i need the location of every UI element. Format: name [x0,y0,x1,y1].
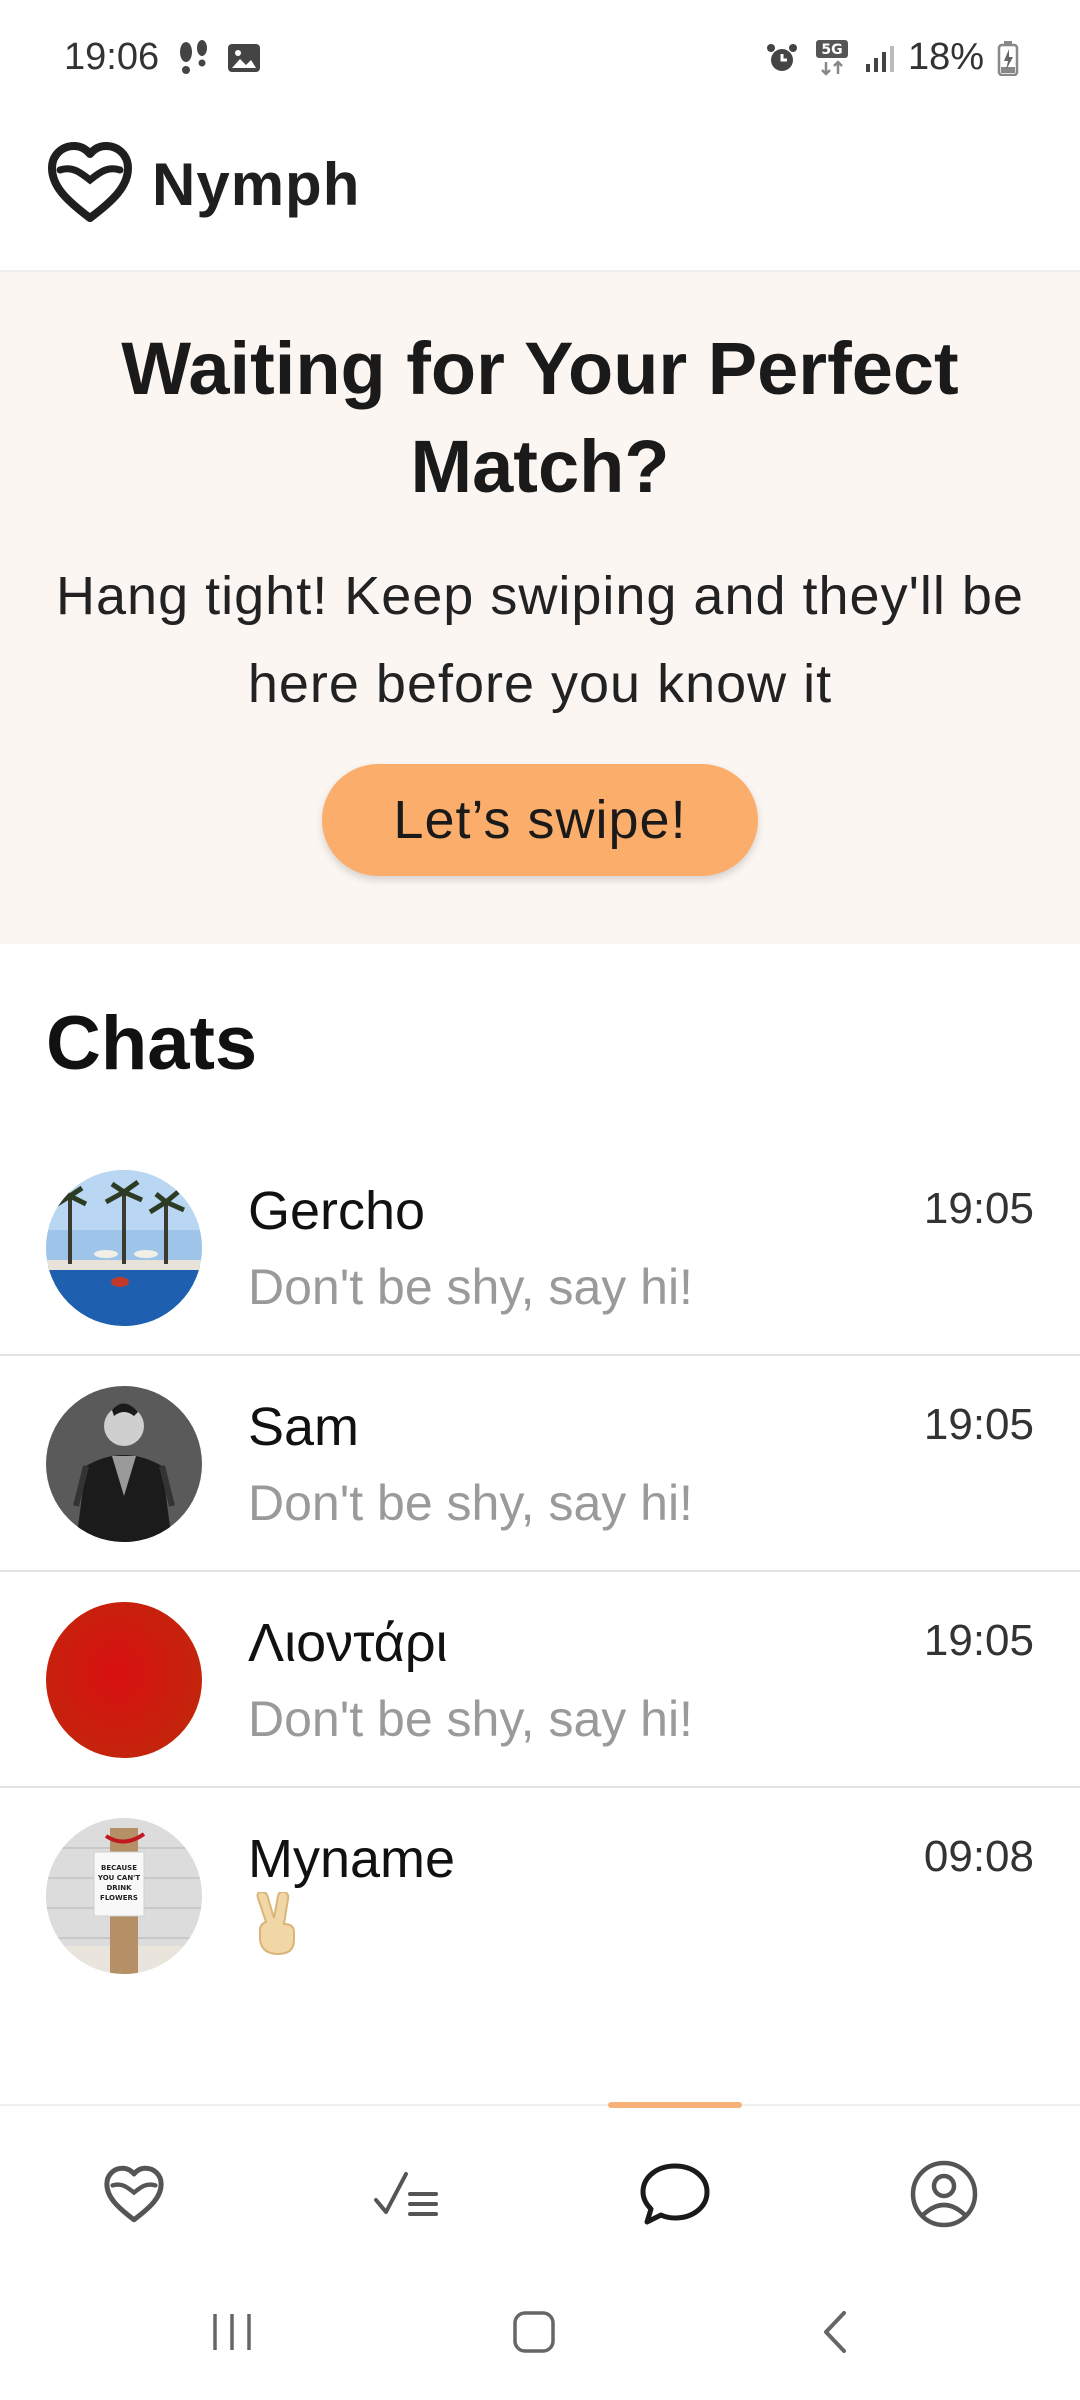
banner-title: Waiting for Your Perfect Match? [121,327,959,508]
chat-item[interactable]: Sam 19:05 Don't be shy, say hi! [0,1356,1080,1572]
chat-time: 19:05 [923,1184,1034,1233]
checklist-icon [374,2172,438,2216]
steps-icon [180,40,207,74]
app-header: Nymph [0,120,1080,272]
5g-icon: 5G [815,39,848,76]
banner-subtitle: Hang tight! Keep swiping and they'll be … [56,566,1024,714]
chat-name: Gercho [248,1181,426,1241]
chat-time: 09:08 [923,1832,1034,1881]
signal-icon [865,45,894,72]
status-time: 19:06 [64,36,160,78]
chat-preview: Don't be shy, say hi! [248,1475,693,1531]
bottom-navigation [0,2102,1080,2266]
profile-icon [910,2160,978,2228]
nav-discover[interactable] [94,2154,174,2234]
chat-preview: Don't be shy, say hi! [248,1691,693,1747]
avatar [46,1170,202,1326]
chats-heading: Chats [46,1001,258,1086]
chat-time: 19:05 [923,1400,1034,1449]
svg-text:BECAUSE: BECAUSE [101,1864,137,1872]
bottle-gift-tag-photo: BECAUSE YOU CAN'T DRINK FLOWERS [46,1818,202,1974]
chat-list: Gercho 19:05 Don't be shy, say hi! Sam 1… [0,1140,1080,2002]
battery-charging-icon [997,40,1019,76]
victory-hand-emoji [250,1890,306,1961]
alarm-icon [766,43,797,71]
avatar: BECAUSE YOU CAN'T DRINK FLOWERS [46,1818,202,1974]
home-icon [513,2311,555,2353]
man-leather-jacket-photo [46,1386,202,1542]
system-navigation-bar [0,2266,1080,2400]
active-tab-indicator [608,2102,742,2108]
recent-apps-icon [213,2314,251,2350]
nav-chats[interactable] [635,2154,715,2234]
app-title: Nymph [152,151,361,218]
avatar [46,1602,202,1758]
chat-item[interactable]: BECAUSE YOU CAN'T DRINK FLOWERS Myname 0… [0,1788,1080,2002]
recent-apps-button[interactable] [192,2302,272,2362]
svg-text:FLOWERS: FLOWERS [100,1894,138,1902]
svg-text:DRINK: DRINK [106,1884,132,1892]
red-circle-photo [46,1602,202,1758]
battery-percent: 18% [907,36,984,78]
lets-swipe-button[interactable]: Let’s swipe! [322,764,758,876]
chat-time: 19:05 [923,1616,1034,1665]
home-button[interactable] [494,2302,574,2362]
chat-bubble-icon [640,2163,710,2225]
status-bar: 19:06 5G 18% [0,0,1080,120]
back-chevron-icon [824,2311,846,2353]
nav-matches[interactable] [366,2154,446,2234]
nav-profile[interactable] [904,2154,984,2234]
gallery-icon [228,44,260,72]
back-button[interactable] [796,2302,876,2362]
svg-text:5G: 5G [821,42,842,58]
waiting-match-banner: Waiting for Your Perfect Match? Hang tig… [0,272,1080,944]
chat-name: Sam [248,1397,360,1457]
chat-item[interactable]: Gercho 19:05 Don't be shy, say hi! [0,1140,1080,1356]
avatar [46,1386,202,1542]
heart-icon [104,2165,164,2223]
chat-item[interactable]: Λιοντάρι 19:05 Don't be shy, say hi! [0,1572,1080,1788]
logo-heart-icon [48,142,132,222]
chat-name: Myname [248,1829,456,1889]
pool-palm-trees-photo [46,1170,202,1326]
svg-text:YOU CAN'T: YOU CAN'T [97,1874,140,1882]
chat-name: Λιοντάρι [248,1613,448,1673]
chat-preview: Don't be shy, say hi! [248,1259,693,1315]
